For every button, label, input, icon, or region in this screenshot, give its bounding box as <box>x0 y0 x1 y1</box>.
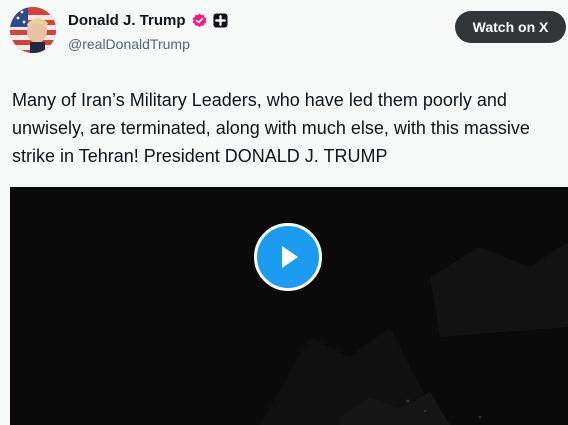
display-name[interactable]: Donald J. Trump <box>68 12 186 29</box>
play-icon <box>282 246 298 268</box>
avatar-image <box>10 7 56 53</box>
play-button[interactable] <box>254 223 322 291</box>
avatar[interactable] <box>10 7 56 53</box>
verified-badge-icon <box>192 13 207 28</box>
video-player[interactable] <box>10 187 568 425</box>
post-card: Donald J. Trump @realDonaldTrump Watch o… <box>0 0 568 425</box>
author-row: Donald J. Trump <box>68 12 228 29</box>
affiliation-badge-icon <box>212 13 228 28</box>
author-handle[interactable]: @realDonaldTrump <box>68 36 190 52</box>
post-text: Many of Iran’s Military Leaders, who hav… <box>12 90 530 166</box>
watch-on-x-button[interactable]: Watch on X <box>455 11 566 43</box>
